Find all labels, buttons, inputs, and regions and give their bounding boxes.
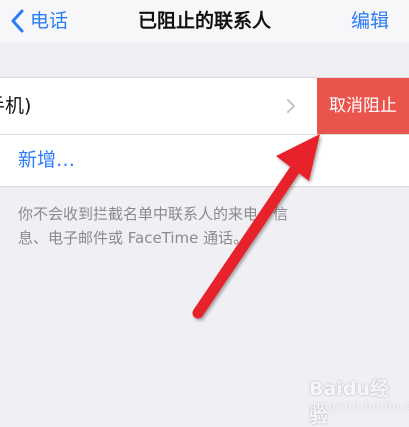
blocked-contact-label: 手机) <box>0 95 32 117</box>
blocked-contacts-screen: 电话 已阻止的联系人 编辑 手机) 取消阻止 新增… 你不会收到拦截名单中联系人… <box>0 0 409 427</box>
footer-note-line-1: 你不会收到拦截名单中联系人的来电、信 <box>18 205 289 223</box>
navigation-bar: 电话 已阻止的联系人 编辑 <box>0 0 409 42</box>
blocked-contact-row[interactable]: 手机) 取消阻止 <box>0 78 409 134</box>
back-button[interactable]: 电话 <box>10 7 68 35</box>
footer-note-line-2: 息、电子邮件或 FaceTime 通话。 <box>18 229 249 247</box>
chevron-right-icon <box>287 99 295 113</box>
add-new-label: 新增… <box>18 149 76 171</box>
unblock-button[interactable]: 取消阻止 <box>317 78 409 134</box>
add-new-row[interactable]: 新增… <box>0 135 409 186</box>
watermark-brand: Baidu经验 <box>309 378 389 427</box>
watermark-url: jingyan.baidu.com <box>313 399 409 412</box>
footer-note: 你不会收到拦截名单中联系人的来电、信 息、电子邮件或 FaceTime 通话。 <box>18 202 398 250</box>
blocked-contacts-list: 手机) 取消阻止 新增… <box>0 77 409 187</box>
watermark: Baidu经验 jingyan.baidu.com <box>291 370 409 427</box>
edit-button[interactable]: 编辑 <box>351 7 389 35</box>
back-button-label: 电话 <box>30 10 69 32</box>
chevron-left-icon <box>11 9 24 33</box>
